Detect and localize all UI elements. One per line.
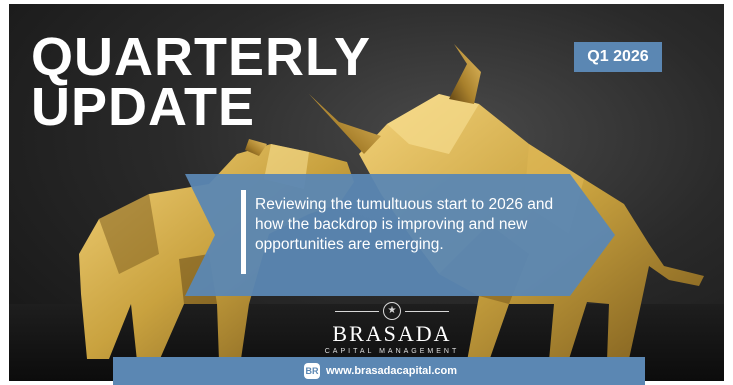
star-icon: ★	[383, 302, 401, 320]
title-line-2: UPDATE	[31, 77, 256, 137]
title-line-1: QUARTERLY	[31, 27, 372, 87]
brand-logo: ★ BRASADA CAPITAL MANAGEMENT	[307, 301, 477, 357]
quarter-badge: Q1 2026	[574, 42, 662, 72]
website-link[interactable]: www.brasadacapital.com	[326, 364, 457, 378]
logo-subtitle: CAPITAL MANAGEMENT	[324, 348, 460, 355]
logo-name: BRASADA	[332, 321, 452, 346]
logo-rule-left	[335, 310, 379, 312]
summary-banner: Reviewing the tumultuous start to 2026 a…	[185, 174, 615, 296]
logo-mark: ★	[307, 301, 477, 321]
footer-bar: BR www.brasadacapital.com	[113, 357, 645, 385]
hero-banner: QUARTERLY UPDATE Q1 2026 Reviewing the t…	[9, 4, 724, 381]
logo-rule-right	[405, 310, 449, 312]
banner-text: Reviewing the tumultuous start to 2026 a…	[255, 196, 554, 253]
web-icon: BR	[304, 363, 320, 379]
page-title: QUARTERLY UPDATE	[31, 27, 372, 137]
banner-accent-bar	[241, 190, 246, 274]
